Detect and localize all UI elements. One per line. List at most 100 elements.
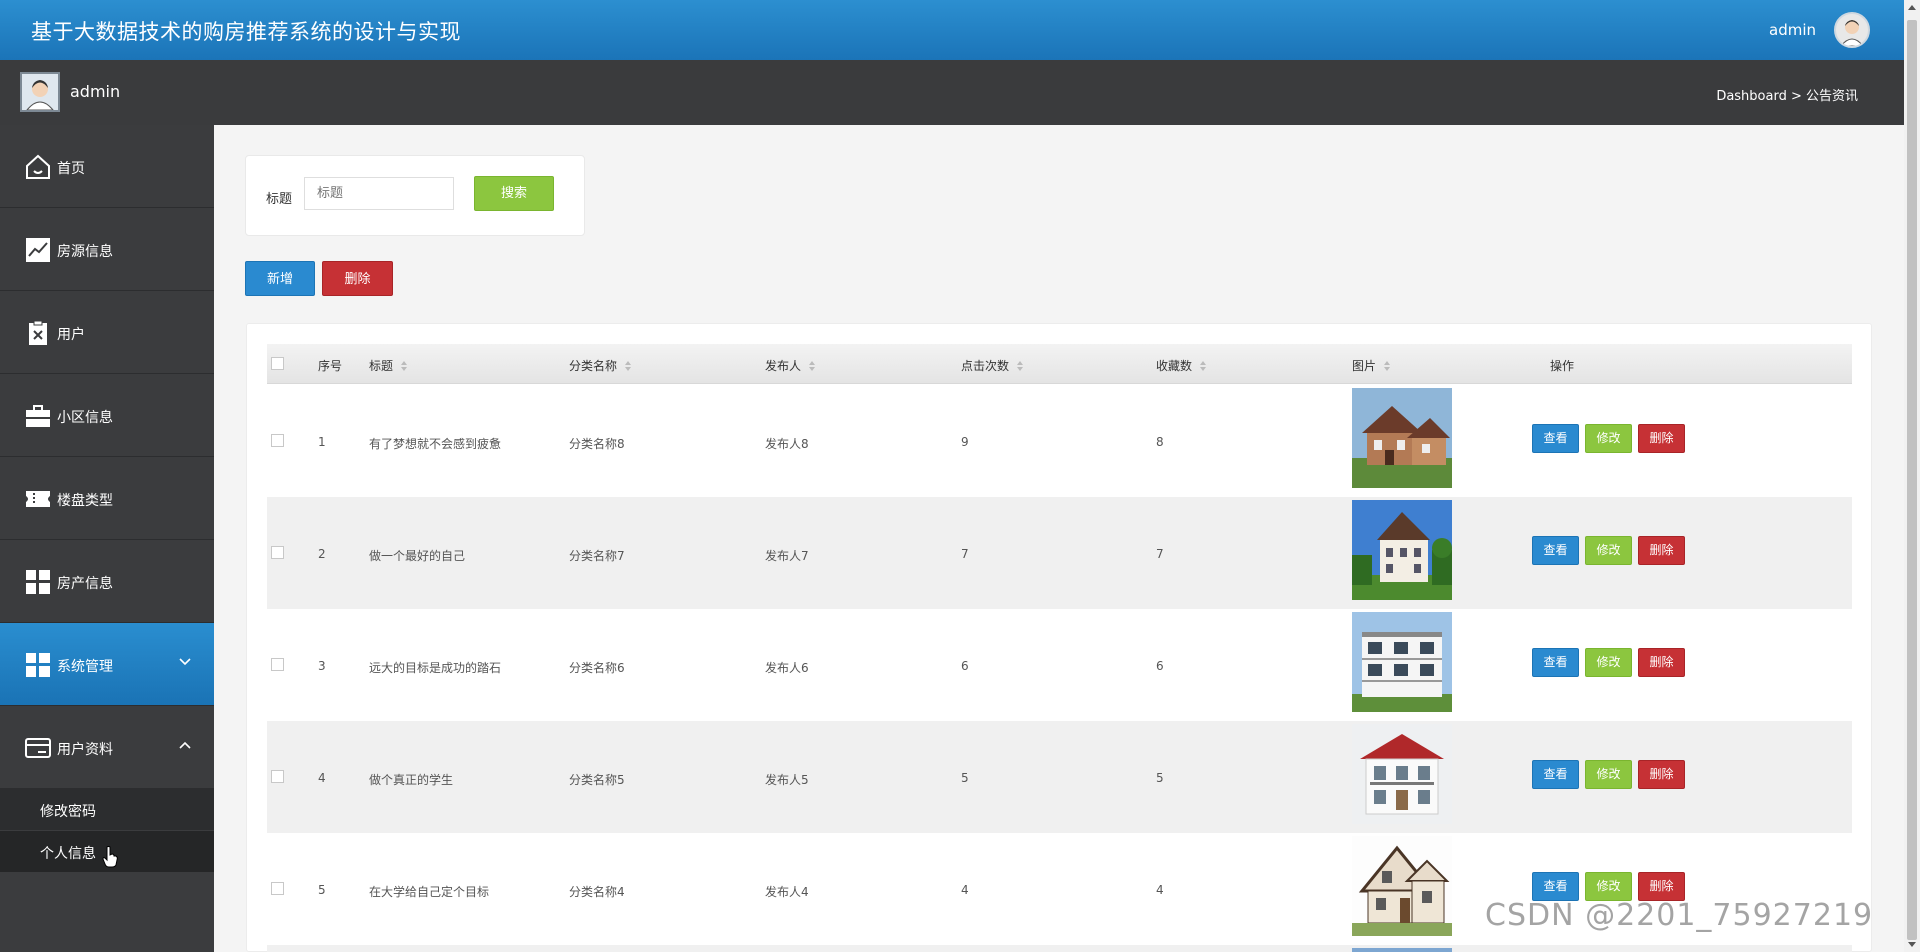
- chart-line-icon: [26, 238, 50, 262]
- table-row: 3 远大的目标是成功的踏石 分类名称6 发布人6 6 6 查看 修改 删除: [267, 609, 1852, 721]
- sidebar-item-community[interactable]: 小区信息: [0, 374, 214, 457]
- column-header-image[interactable]: 图片: [1352, 357, 1391, 374]
- sidebar-item-profile[interactable]: 用户资料: [0, 706, 214, 789]
- hand-cursor-icon: [102, 846, 118, 868]
- column-header-publisher[interactable]: 发布人: [765, 357, 816, 374]
- cell-publisher: 发布人7: [765, 549, 809, 563]
- column-header-index: 序号: [318, 359, 343, 373]
- page-scrollbar[interactable]: [1904, 0, 1920, 952]
- cell-publisher: 发布人4: [765, 885, 809, 899]
- watermark: CSDN @2201_75927219: [1485, 898, 1874, 933]
- cell-clicks: 4: [961, 883, 969, 897]
- house-thumbnail[interactable]: [1352, 388, 1452, 488]
- edit-button[interactable]: 修改: [1585, 760, 1632, 789]
- sidebar-item-label: 用户资料: [57, 742, 113, 758]
- view-button[interactable]: 查看: [1532, 872, 1579, 901]
- row-checkbox[interactable]: [271, 770, 284, 783]
- cell-index: 5: [318, 883, 326, 897]
- cell-clicks: 6: [961, 659, 969, 673]
- edit-button[interactable]: 修改: [1585, 872, 1632, 901]
- house-thumbnail[interactable]: [1352, 724, 1452, 824]
- sidebar-item-label: 系统管理: [57, 659, 113, 675]
- delete-button[interactable]: 删除: [1638, 424, 1685, 453]
- row-checkbox[interactable]: [271, 882, 284, 895]
- column-header-label: 发布人: [765, 359, 802, 373]
- delete-button[interactable]: 删除: [1638, 872, 1685, 901]
- column-header-title[interactable]: 标题: [369, 357, 408, 374]
- header-username[interactable]: admin: [1769, 21, 1816, 39]
- edit-button[interactable]: 修改: [1585, 536, 1632, 565]
- cell-title: 远大的目标是成功的踏石: [369, 661, 502, 675]
- sidebar-item-label: 楼盘类型: [57, 493, 113, 509]
- column-header-category[interactable]: 分类名称: [569, 357, 632, 374]
- house-thumbnail[interactable]: [1352, 948, 1452, 952]
- house-thumbnail[interactable]: [1352, 836, 1452, 936]
- column-header-label: 标题: [369, 359, 394, 373]
- top-header: 基于大数据技术的购房推荐系统的设计与实现 admin: [0, 0, 1904, 60]
- home-icon: [26, 154, 50, 179]
- row-checkbox[interactable]: [271, 658, 284, 671]
- cell-publisher: 发布人8: [765, 437, 809, 451]
- briefcase-icon: [26, 405, 50, 427]
- user-bar: admin Dashboard > 公告资讯: [0, 60, 1904, 125]
- cell-favorites: 8: [1156, 435, 1164, 449]
- cell-index: 3: [318, 659, 326, 673]
- cell-index: 2: [318, 547, 326, 561]
- table-row: 2 做一个最好的自己 分类名称7 发布人7 7 7 查看 修改 删除: [267, 497, 1852, 609]
- breadcrumb[interactable]: Dashboard > 公告资讯: [1716, 85, 1858, 104]
- cell-category: 分类名称8: [569, 437, 625, 451]
- row-checkbox[interactable]: [271, 546, 284, 559]
- sidebar-subitem-change-password[interactable]: 修改密码: [0, 789, 214, 831]
- cell-category: 分类名称4: [569, 885, 625, 899]
- sidebar-item-label: 用户: [57, 327, 85, 343]
- sidebar-avatar: [20, 72, 60, 112]
- delete-button[interactable]: 删除: [1638, 760, 1685, 789]
- chevron-down-icon: [179, 658, 191, 666]
- add-button[interactable]: 新增: [245, 261, 315, 296]
- cell-category: 分类名称6: [569, 661, 625, 675]
- cell-title: 在大学给自己定个目标: [369, 885, 490, 899]
- column-header-clicks[interactable]: 点击次数: [961, 357, 1024, 374]
- view-button[interactable]: 查看: [1532, 424, 1579, 453]
- sort-icon: [1384, 361, 1391, 371]
- search-title-label: 标题: [266, 192, 293, 207]
- sidebar-item-property[interactable]: 房产信息: [0, 540, 214, 623]
- sidebar-username: admin: [70, 82, 121, 101]
- column-header-label: 图片: [1352, 359, 1377, 373]
- cell-favorites: 4: [1156, 883, 1164, 897]
- search-button[interactable]: 搜索: [474, 176, 554, 211]
- scroll-down-icon[interactable]: [1908, 940, 1916, 948]
- sort-icon: [809, 361, 816, 371]
- view-button[interactable]: 查看: [1532, 760, 1579, 789]
- sidebar-item-label: 首页: [57, 161, 85, 177]
- view-button[interactable]: 查看: [1532, 648, 1579, 677]
- cell-favorites: 6: [1156, 659, 1164, 673]
- sidebar-item-building-type[interactable]: 楼盘类型: [0, 457, 214, 540]
- row-checkbox[interactable]: [271, 434, 284, 447]
- view-button[interactable]: 查看: [1532, 536, 1579, 565]
- sidebar-item-system[interactable]: 系统管理: [0, 623, 214, 706]
- house-thumbnail[interactable]: [1352, 612, 1452, 712]
- header-avatar[interactable]: [1834, 12, 1870, 48]
- sidebar-item-home[interactable]: 首页: [0, 125, 214, 208]
- table-row: 4 做个真正的学生 分类名称5 发布人5 5 5 查看 修改 删除: [267, 721, 1852, 833]
- edit-button[interactable]: 修改: [1585, 648, 1632, 677]
- house-thumbnail[interactable]: [1352, 500, 1452, 600]
- scrollbar-thumb[interactable]: [1907, 20, 1917, 940]
- column-header-label: 分类名称: [569, 359, 618, 373]
- cell-publisher: 发布人6: [765, 661, 809, 675]
- cell-favorites: 7: [1156, 547, 1164, 561]
- select-all-checkbox[interactable]: [271, 357, 284, 370]
- scroll-up-icon[interactable]: [1908, 4, 1916, 12]
- delete-button[interactable]: 删除: [1638, 648, 1685, 677]
- clipboard-icon: [29, 320, 47, 345]
- edit-button[interactable]: 修改: [1585, 424, 1632, 453]
- cell-clicks: 5: [961, 771, 969, 785]
- sidebar-item-users[interactable]: 用户: [0, 291, 214, 374]
- sort-icon: [401, 361, 408, 371]
- sidebar-item-listings[interactable]: 房源信息: [0, 208, 214, 291]
- search-title-input[interactable]: [304, 177, 454, 210]
- column-header-favorites[interactable]: 收藏数: [1156, 357, 1207, 374]
- batch-delete-button[interactable]: 删除: [322, 261, 393, 296]
- delete-button[interactable]: 删除: [1638, 536, 1685, 565]
